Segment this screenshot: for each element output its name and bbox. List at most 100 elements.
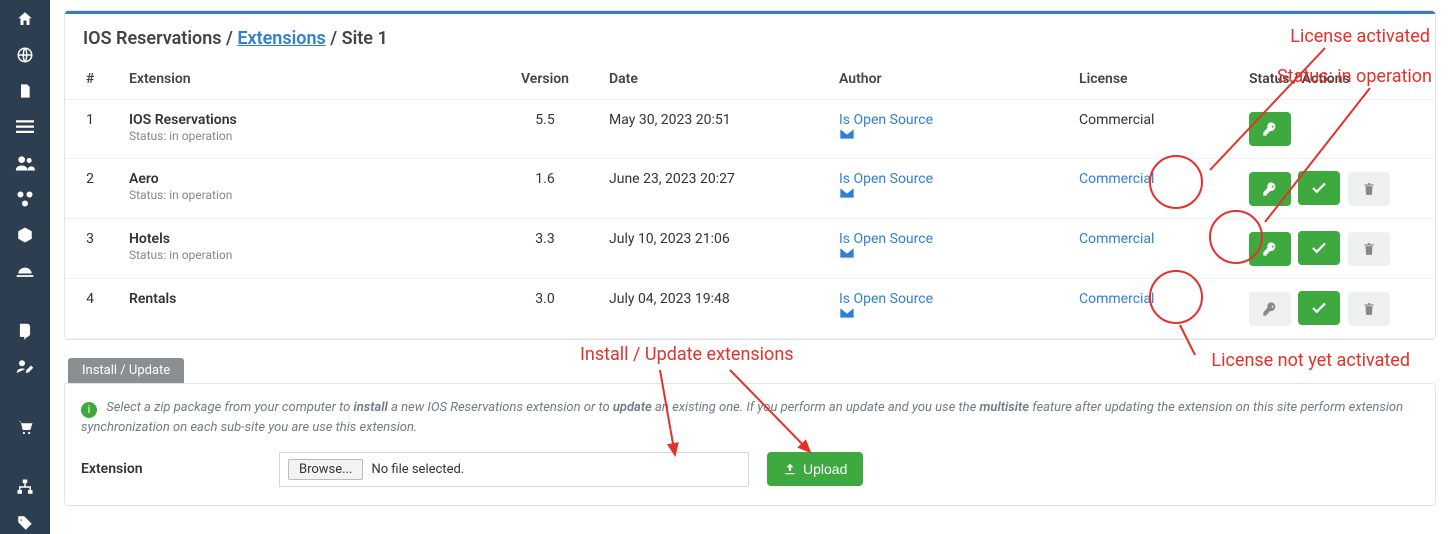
extension-name: Rentals (129, 291, 481, 307)
service-icon[interactable] (14, 260, 36, 282)
row-author: Is Open Source (825, 219, 1065, 279)
file-status: No file selected. (371, 462, 464, 477)
breadcrumb-site: Site 1 (342, 28, 388, 49)
status-check-button[interactable] (1298, 171, 1340, 205)
author-link[interactable]: Is Open Source (839, 231, 933, 247)
row-version: 1.6 (495, 159, 595, 219)
row-version: 5.5 (495, 100, 595, 159)
col-version: Version (495, 59, 595, 100)
row-extension: Rentals (115, 279, 495, 339)
row-date: May 30, 2023 20:51 (595, 100, 825, 159)
delete-button[interactable] (1348, 292, 1390, 326)
extensions-card: IOS Reservations / Extensions / Site 1 #… (64, 10, 1436, 340)
col-author: Author (825, 59, 1065, 100)
extension-name: Hotels (129, 231, 481, 247)
row-license: Commercial (1065, 219, 1235, 279)
extensions-table: # Extension Version Date Author License … (65, 59, 1435, 339)
breadcrumb: IOS Reservations / Extensions / Site 1 (65, 14, 1435, 59)
license-link[interactable]: Commercial (1079, 291, 1154, 307)
license-key-button[interactable] (1249, 292, 1291, 326)
license-key-button[interactable] (1249, 232, 1291, 266)
row-extension: Aero Status: in operation (115, 159, 495, 219)
row-actions (1235, 219, 1435, 279)
extension-status: Status: in operation (129, 188, 232, 202)
author-link[interactable]: Is Open Source (839, 291, 933, 307)
row-actions (1235, 100, 1435, 159)
upload-row: Extension Browse... No file selected. Up… (81, 452, 1419, 487)
home-icon[interactable] (14, 8, 36, 30)
delete-button[interactable] (1348, 232, 1390, 266)
extension-label: Extension (81, 461, 261, 477)
col-extension: Extension (115, 59, 495, 100)
document-icon[interactable] (14, 80, 36, 102)
breadcrumb-link[interactable]: Extensions (237, 28, 325, 49)
row-number: 1 (65, 100, 115, 159)
row-license: Commercial (1065, 159, 1235, 219)
row-author: Is Open Source (825, 159, 1065, 219)
status-check-button[interactable] (1298, 231, 1340, 265)
mail-icon[interactable] (839, 247, 1051, 259)
table-row: 3 Hotels Status: in operation 3.3 July 1… (65, 219, 1435, 279)
row-date: July 04, 2023 19:48 (595, 279, 825, 339)
col-date: Date (595, 59, 825, 100)
row-version: 3.0 (495, 279, 595, 339)
install-panel: Install / Update i Select a zip package … (64, 358, 1436, 506)
extension-name: Aero (129, 171, 481, 187)
extension-status: Status: in operation (129, 248, 232, 262)
col-license: License (1065, 59, 1235, 100)
menu-icon[interactable] (14, 116, 36, 138)
col-num: # (65, 59, 115, 100)
install-panel-title: Install / Update (68, 358, 184, 383)
table-row: 2 Aero Status: in operation 1.6 June 23,… (65, 159, 1435, 219)
row-license: Commercial (1065, 279, 1235, 339)
table-row: 1 IOS Reservations Status: in operation … (65, 100, 1435, 159)
delete-button[interactable] (1348, 172, 1390, 206)
package-icon[interactable] (14, 224, 36, 246)
table-row: 4 Rentals 3.0 July 04, 2023 19:48 Is Ope… (65, 279, 1435, 339)
blog-icon[interactable] (14, 320, 36, 342)
main-content: IOS Reservations / Extensions / Site 1 #… (50, 0, 1450, 534)
mail-icon[interactable] (839, 307, 1051, 319)
users-icon[interactable] (14, 152, 36, 174)
tags-icon[interactable] (14, 512, 36, 534)
breadcrumb-root: IOS Reservations (83, 28, 222, 49)
extension-name: IOS Reservations (129, 112, 481, 128)
extension-status: Status: in operation (129, 129, 232, 143)
row-actions (1235, 159, 1435, 219)
sitemap-icon[interactable] (14, 476, 36, 498)
mail-icon[interactable] (839, 187, 1051, 199)
license-key-button[interactable] (1249, 112, 1291, 146)
upload-button[interactable]: Upload (767, 452, 863, 486)
sidebar (0, 0, 50, 534)
license-link[interactable]: Commercial (1079, 231, 1154, 247)
row-number: 4 (65, 279, 115, 339)
user-edit-icon[interactable] (14, 356, 36, 378)
status-check-button[interactable] (1298, 291, 1340, 325)
row-author: Is Open Source (825, 279, 1065, 339)
modules-icon[interactable] (14, 188, 36, 210)
row-license: Commercial (1065, 100, 1235, 159)
author-link[interactable]: Is Open Source (839, 171, 933, 187)
row-number: 2 (65, 159, 115, 219)
browse-button[interactable]: Browse... (288, 459, 363, 480)
cart-icon[interactable] (14, 416, 36, 438)
install-info-text: i Select a zip package from your compute… (81, 398, 1419, 438)
file-input[interactable]: Browse... No file selected. (279, 452, 749, 487)
author-link[interactable]: Is Open Source (839, 112, 933, 128)
row-number: 3 (65, 219, 115, 279)
row-author: Is Open Source (825, 100, 1065, 159)
upload-icon (783, 462, 797, 476)
row-version: 3.3 (495, 219, 595, 279)
license-link[interactable]: Commercial (1079, 171, 1154, 187)
license-text: Commercial (1079, 112, 1154, 128)
row-extension: Hotels Status: in operation (115, 219, 495, 279)
col-actions: Status / Actions (1235, 59, 1435, 100)
info-icon: i (81, 402, 97, 418)
license-key-button[interactable] (1249, 172, 1291, 206)
mail-icon[interactable] (839, 128, 1051, 140)
row-actions (1235, 279, 1435, 339)
globe-icon[interactable] (14, 44, 36, 66)
row-date: July 10, 2023 21:06 (595, 219, 825, 279)
row-extension: IOS Reservations Status: in operation (115, 100, 495, 159)
row-date: June 23, 2023 20:27 (595, 159, 825, 219)
